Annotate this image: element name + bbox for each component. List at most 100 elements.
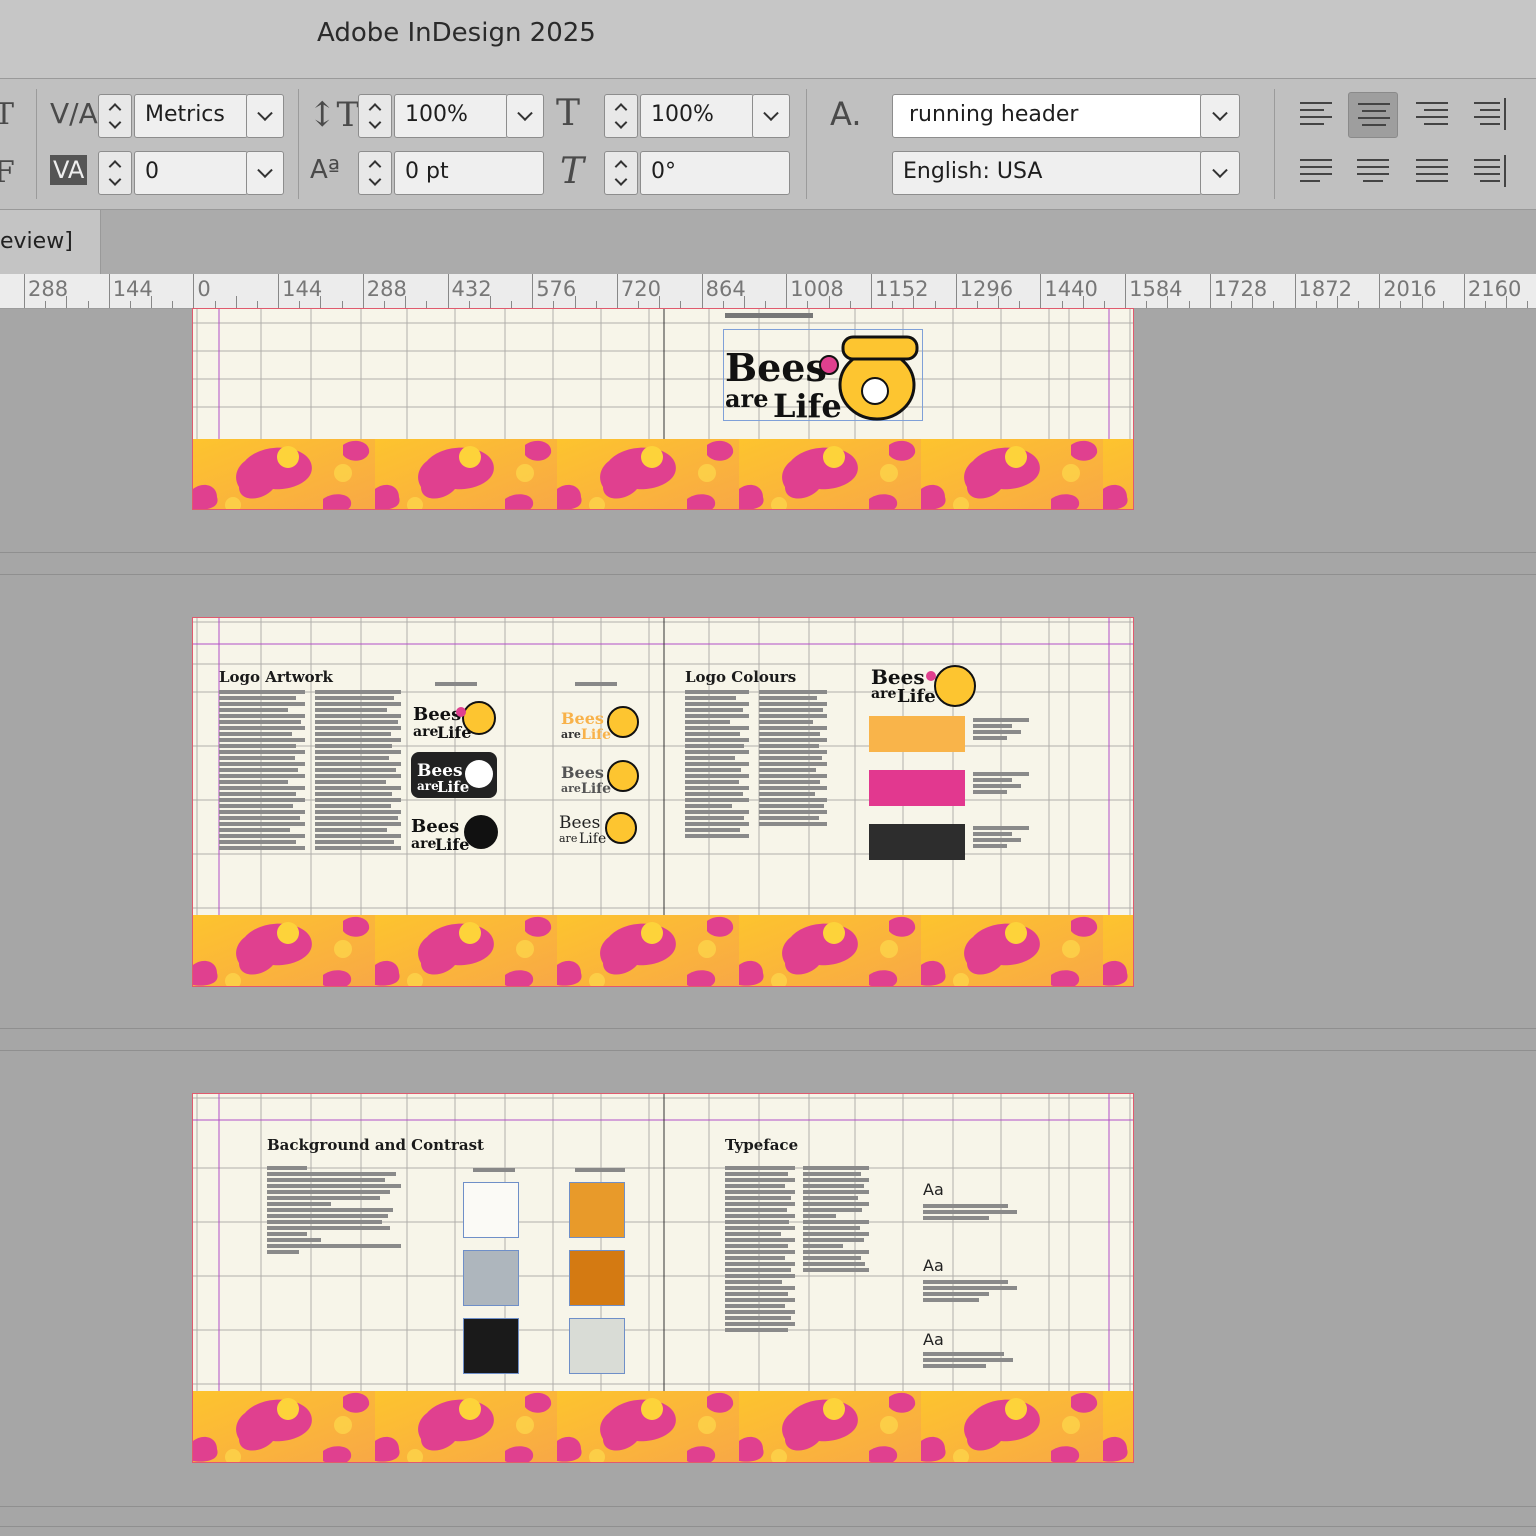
svg-text:are: are	[417, 779, 439, 793]
thumbnail-dark-bg[interactable]	[463, 1318, 519, 1374]
ruler-minor-tick	[511, 301, 513, 308]
vertical-scale-icon: ↕T	[308, 95, 360, 135]
ruler-minor-tick	[976, 301, 978, 308]
ruler-minor-tick	[426, 301, 428, 308]
logo-text-life: Life	[773, 387, 842, 421]
type-sample-2[interactable]: Aa	[923, 1256, 944, 1275]
honey-pattern-band	[193, 439, 1133, 509]
baseline-shift-stepper[interactable]	[358, 151, 392, 195]
align-center-button[interactable]	[1348, 92, 1398, 138]
type-sample-1[interactable]: Aa	[923, 1180, 944, 1199]
language-dropdown[interactable]	[1200, 151, 1240, 195]
ruler-minor-tick	[638, 301, 640, 308]
type-tool-icon[interactable]: T	[0, 97, 14, 132]
align-away-spine-button[interactable]	[1466, 149, 1516, 195]
ruler-minor-tick	[680, 301, 682, 308]
tracking-stepper[interactable]	[98, 151, 132, 195]
logo-variant-outline[interactable]: Beesare Life	[559, 808, 645, 848]
language-field[interactable]: English: USA	[892, 151, 1202, 195]
kerning-dropdown[interactable]	[246, 94, 284, 138]
horizontal-ruler[interactable]: 288 144 0 144 288 432 576 720 864 1008 1152 1296 144…	[0, 274, 1536, 309]
thumbnail-light-photo-bg[interactable]	[569, 1318, 625, 1374]
logo-colours-logo[interactable]: Beesare Life	[871, 658, 979, 710]
skew-stepper[interactable]	[604, 151, 638, 195]
ruler-tick	[871, 274, 872, 308]
svg-text:are: are	[559, 832, 577, 845]
swatch-orange[interactable]	[869, 716, 965, 752]
document-tab[interactable]: eview]	[0, 210, 101, 274]
ruler-tick	[362, 274, 364, 308]
tracking-field[interactable]: 0	[134, 151, 248, 195]
justify-left-button[interactable]	[1290, 149, 1340, 195]
align-left-button[interactable]	[1290, 92, 1340, 138]
vertical-scale-stepper[interactable]	[358, 94, 392, 138]
horizontal-scale-stepper[interactable]	[604, 94, 638, 138]
vertical-scale-field[interactable]: 100%	[394, 94, 508, 138]
ruler-tick	[1040, 274, 1042, 308]
spread-1[interactable]: Bees are Life	[192, 308, 1134, 510]
horizontal-scale-dropdown[interactable]	[752, 94, 790, 138]
font-style-icon[interactable]: F	[0, 155, 15, 190]
character-style-field[interactable]: running header	[892, 94, 1202, 138]
caption-bar	[575, 682, 617, 688]
kerning-icon: V/A	[50, 97, 98, 130]
thumbnail-white-bg[interactable]	[463, 1182, 519, 1238]
type-sample-desc	[923, 1352, 1013, 1370]
ruler-label: 288	[366, 277, 407, 301]
control-panel: T F V/A Metrics VA 0 ↕T 100% Aª 0 pt T 1…	[0, 79, 1536, 210]
body-text-column	[315, 690, 401, 852]
tracking-dropdown[interactable]	[246, 151, 284, 195]
kerning-stepper[interactable]	[98, 94, 132, 138]
type-sample-3[interactable]: Aa	[923, 1330, 944, 1349]
thumbnail-gray-bg[interactable]	[463, 1250, 519, 1306]
ruler-minor-tick	[468, 301, 470, 308]
thumbnail-amber-bg[interactable]	[569, 1250, 625, 1306]
ruler-minor-tick	[299, 301, 301, 308]
swatch-black[interactable]	[869, 824, 965, 860]
character-style-label: A.	[830, 95, 862, 133]
logo-artwork-heading[interactable]: Logo Artwork	[219, 668, 333, 686]
svg-text:Life: Life	[581, 781, 611, 796]
typeface-heading[interactable]: Typeface	[725, 1136, 798, 1154]
ruler-minor-tick	[1230, 301, 1232, 308]
tracking-icon: VA	[50, 155, 88, 185]
logo-variant-inverse[interactable]: BeesareLife	[411, 752, 501, 800]
svg-text:are: are	[413, 724, 438, 740]
ruler-tick	[955, 274, 957, 308]
baseline-shift-field[interactable]: 0 pt	[394, 151, 544, 195]
thumbnail-honeycomb-bg[interactable]	[569, 1182, 625, 1238]
align-towards-spine-button[interactable]	[1466, 92, 1516, 138]
body-text-column	[803, 1166, 869, 1274]
logo-variant-color[interactable]: BeesareLife	[411, 696, 501, 740]
character-style-dropdown[interactable]	[1200, 94, 1240, 138]
logo-variant-black[interactable]: BeesareLife	[411, 808, 501, 852]
ruler-tick	[532, 274, 534, 308]
skew-field[interactable]: 0°	[640, 151, 790, 195]
ruler-label: 2016	[1383, 277, 1437, 301]
align-right-button[interactable]	[1406, 92, 1456, 138]
ruler-minor-tick	[722, 301, 724, 308]
app-title: Adobe InDesign 2025	[317, 18, 596, 48]
background-contrast-heading[interactable]: Background and Contrast	[267, 1136, 484, 1154]
spread-separator	[0, 574, 1536, 575]
ruler-tick	[24, 274, 25, 308]
logo-variant-gray[interactable]: Beesare Life	[559, 756, 645, 796]
spread-3[interactable]: Background and Contrast Typeface Aa Aa A…	[192, 1093, 1134, 1463]
horizontal-scale-field[interactable]: 100%	[640, 94, 754, 138]
kerning-field[interactable]: Metrics	[134, 94, 248, 138]
justify-all-button[interactable]	[1406, 149, 1456, 195]
ruler-label: 288	[28, 277, 69, 301]
ruler-tick	[786, 274, 788, 308]
body-text-column	[219, 690, 305, 852]
swatch-pink[interactable]	[869, 770, 965, 806]
justify-center-button[interactable]	[1348, 149, 1398, 195]
logo-colours-heading[interactable]: Logo Colours	[685, 668, 796, 686]
ruler-tick	[447, 274, 449, 308]
ruler-label: 1584	[1129, 277, 1183, 301]
ruler-label: 576	[536, 277, 577, 301]
spread-2[interactable]: Logo Artwork Logo Colours Bees are Life Be…	[192, 617, 1134, 987]
ruler-label: 1728	[1213, 277, 1268, 301]
vertical-scale-dropdown[interactable]	[506, 94, 544, 138]
logo-variant-orange[interactable]: Beesare Life	[559, 702, 645, 742]
svg-text:Bees: Bees	[411, 816, 459, 837]
